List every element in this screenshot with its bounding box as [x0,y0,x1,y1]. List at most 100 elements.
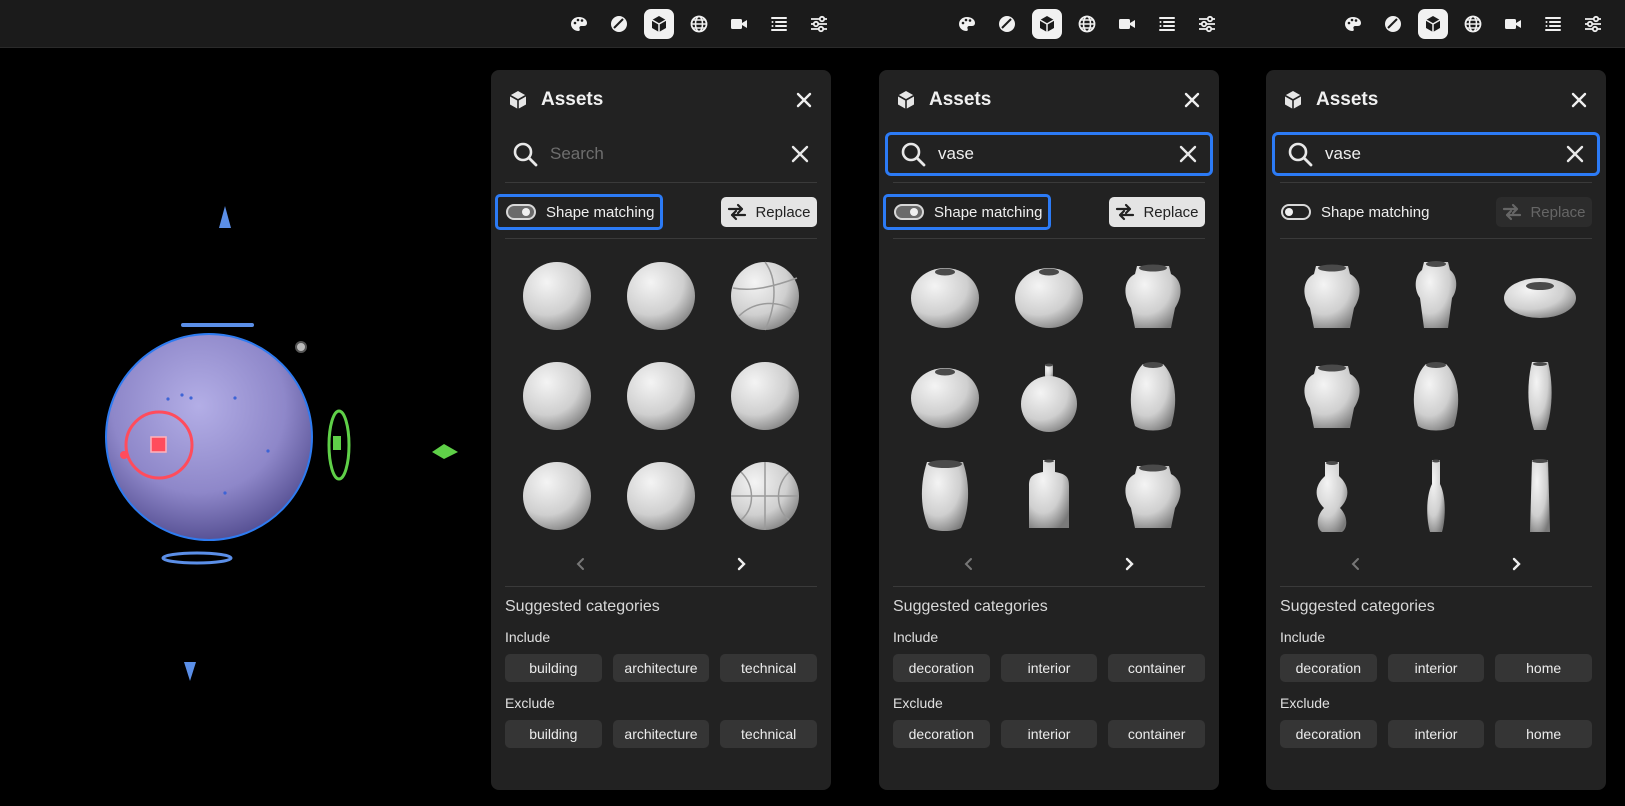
cube-tool-button[interactable] [1418,9,1448,39]
asset-thumbnail[interactable] [505,346,609,446]
asset-thumbnail[interactable] [893,346,997,446]
palette-tool-button[interactable] [564,9,594,39]
globe-tool-button[interactable] [684,9,714,39]
asset-thumbnail[interactable] [997,246,1101,346]
asset-thumbnail[interactable] [1384,446,1488,546]
asset-thumbnail[interactable] [609,246,713,346]
close-icon[interactable] [1568,89,1590,111]
asset-thumbnail[interactable] [997,346,1101,446]
shape-matching-toggle[interactable]: Shape matching [883,194,1051,230]
next-page-icon[interactable] [1508,556,1524,572]
include-category-chip[interactable]: building [505,654,602,682]
search-field[interactable]: vase [1272,132,1600,176]
asset-thumbnail[interactable] [609,346,713,446]
list-tool-button[interactable] [1152,9,1182,39]
asset-thumbnail[interactable] [1488,246,1592,346]
palette-tool-button[interactable] [1338,9,1368,39]
asset-thumbnail[interactable] [1101,446,1205,546]
globe-tool-button[interactable] [1072,9,1102,39]
replace-button[interactable]: Replace [1109,197,1205,227]
sliders-tool-button[interactable] [1578,9,1608,39]
gizmo-arrow-up[interactable] [219,206,231,228]
gizmo-arrow-down[interactable] [184,662,196,681]
shape-matching-toggle[interactable]: Shape matching [1270,194,1438,230]
toggle-switch[interactable] [506,204,536,220]
gizmo-ring-top[interactable] [181,323,254,327]
include-category-chip[interactable]: technical [720,654,817,682]
asset-thumbnail[interactable] [1280,246,1384,346]
asset-thumbnail[interactable] [997,446,1101,546]
asset-thumbnail[interactable] [505,446,609,546]
asset-thumbnail[interactable] [1384,246,1488,346]
sliders-tool-button[interactable] [1192,9,1222,39]
gizmo-ring-bottom[interactable] [161,551,233,565]
include-category-chip[interactable]: architecture [612,654,710,682]
exclude-category-chip[interactable]: interior [1387,720,1485,748]
next-page-icon[interactable] [733,556,749,572]
exclude-category-chip[interactable]: technical [720,720,817,748]
asset-thumbnail[interactable] [893,446,997,546]
previous-page-icon[interactable] [961,556,977,572]
camera-tool-button[interactable] [1112,9,1142,39]
asset-thumbnail[interactable] [505,246,609,346]
asset-thumbnail[interactable] [713,346,817,446]
shape-matching-toggle[interactable]: Shape matching [495,194,663,230]
search-input[interactable]: vase [1325,144,1565,164]
asset-thumbnail[interactable] [1280,446,1384,546]
include-category-chip[interactable]: home [1495,654,1592,682]
asset-thumbnail[interactable] [1101,346,1205,446]
close-icon[interactable] [1181,89,1203,111]
brush-tool-button[interactable] [604,9,634,39]
toggle-switch[interactable] [894,204,924,220]
toggle-switch[interactable] [1281,204,1311,220]
asset-thumbnail[interactable] [713,246,817,346]
brush-tool-button[interactable] [1378,9,1408,39]
exclude-category-chip[interactable]: container [1108,720,1205,748]
clear-search-icon[interactable] [790,144,810,164]
asset-thumbnail[interactable] [1488,346,1592,446]
asset-thumbnail[interactable] [1101,246,1205,346]
search-input[interactable]: vase [938,144,1178,164]
exclude-category-chip[interactable]: building [505,720,602,748]
exclude-category-chip[interactable]: decoration [1280,720,1377,748]
list-tool-button[interactable] [764,9,794,39]
camera-tool-button[interactable] [1498,9,1528,39]
3d-viewport[interactable] [0,48,480,806]
replace-button[interactable]: Replace [721,197,817,227]
include-category-chip[interactable]: decoration [1280,654,1377,682]
sliders-tool-button[interactable] [804,9,834,39]
camera-tool-button[interactable] [724,9,754,39]
asset-thumbnail[interactable] [893,246,997,346]
previous-page-icon[interactable] [573,556,589,572]
globe-tool-button[interactable] [1458,9,1488,39]
clear-search-icon[interactable] [1178,144,1198,164]
clear-search-icon[interactable] [1565,144,1585,164]
palette-tool-button[interactable] [952,9,982,39]
exclude-category-chip[interactable]: home [1495,720,1592,748]
exclude-category-chip[interactable]: architecture [612,720,710,748]
include-category-chip[interactable]: interior [1387,654,1485,682]
include-category-chip[interactable]: interior [1000,654,1098,682]
search-field[interactable]: Search [497,132,825,176]
next-page-icon[interactable] [1121,556,1137,572]
include-category-chip[interactable]: decoration [893,654,990,682]
previous-page-icon[interactable] [1348,556,1364,572]
asset-thumbnail[interactable] [609,446,713,546]
asset-thumbnail[interactable] [1280,346,1384,446]
exclude-category-chip[interactable]: interior [1000,720,1098,748]
selected-sphere[interactable] [105,333,313,541]
cube-tool-button[interactable] [1032,9,1062,39]
search-field[interactable]: vase [885,132,1213,176]
asset-thumbnail[interactable] [713,446,817,546]
brush-tool-button[interactable] [992,9,1022,39]
green-axis-handle[interactable] [327,409,458,481]
asset-thumbnail[interactable] [1488,446,1592,546]
include-category-chip[interactable]: container [1108,654,1205,682]
exclude-category-chip[interactable]: decoration [893,720,990,748]
asset-thumbnail[interactable] [1384,346,1488,446]
close-icon[interactable] [793,89,815,111]
list-tool-button[interactable] [1538,9,1568,39]
pivot-point[interactable] [295,341,307,353]
cube-tool-button[interactable] [644,9,674,39]
search-input[interactable]: Search [550,144,790,164]
